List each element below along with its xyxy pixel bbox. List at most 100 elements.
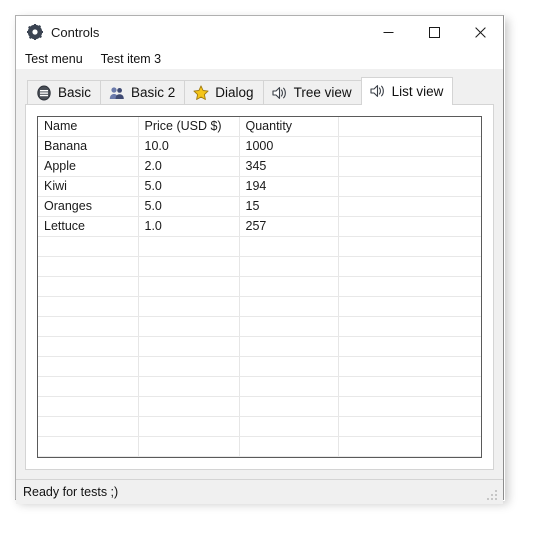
- table-cell: Banana: [38, 136, 139, 157]
- table-cell-empty: [338, 296, 481, 317]
- minimize-button[interactable]: [365, 16, 411, 48]
- menu-item-test-menu[interactable]: Test menu: [25, 52, 83, 66]
- table-row-empty[interactable]: [38, 396, 481, 417]
- table-cell-empty: [239, 396, 339, 417]
- table-cell-empty: [239, 236, 339, 257]
- column-header-quantity[interactable]: Quantity: [239, 117, 339, 137]
- table-header: Name Price (USD $) Quantity: [38, 117, 481, 137]
- table-cell-empty: [38, 416, 139, 437]
- table-cell-empty: [338, 396, 481, 417]
- table-row-empty[interactable]: [38, 436, 481, 457]
- table-cell: [338, 176, 481, 197]
- table-cell-empty: [138, 396, 240, 417]
- table-row-empty[interactable]: [38, 376, 481, 397]
- application-window: Controls Test menu Test item 3 Basic Bas…: [15, 15, 504, 504]
- tab-dialog[interactable]: Dialog: [184, 80, 264, 104]
- table-cell-empty: [138, 356, 240, 377]
- table-cell-empty: [138, 256, 240, 277]
- status-bar: Ready for tests ;): [16, 479, 503, 504]
- table-cell-empty: [239, 356, 339, 377]
- table-cell: Lettuce: [38, 216, 139, 237]
- maximize-icon: [428, 26, 440, 38]
- table-cell-empty: [239, 416, 339, 437]
- table-cell-empty: [338, 436, 481, 457]
- menu-item-test-item-3[interactable]: Test item 3: [101, 52, 161, 66]
- table-cell-empty: [239, 276, 339, 297]
- tab-label: Basic 2: [131, 85, 176, 100]
- table-cell: [338, 156, 481, 177]
- tab-label: Dialog: [215, 85, 254, 100]
- speaker-icon: [272, 85, 288, 101]
- table-cell: 345: [239, 156, 339, 177]
- table-cell-empty: [38, 316, 139, 337]
- table-cell-empty: [138, 296, 240, 317]
- tab-strip: Basic Basic 2 Dialog Tree view List view: [25, 76, 494, 105]
- table-row-empty[interactable]: [38, 416, 481, 437]
- table-cell-empty: [239, 336, 339, 357]
- table-cell: Kiwi: [38, 176, 139, 197]
- table-cell-empty: [138, 276, 240, 297]
- table-row-empty[interactable]: [38, 316, 481, 337]
- table-cell-empty: [239, 256, 339, 277]
- minimize-icon: [383, 27, 394, 38]
- maximize-button[interactable]: [411, 16, 457, 48]
- star-icon: [193, 84, 209, 101]
- table-row-empty[interactable]: [38, 336, 481, 357]
- tab-basic[interactable]: Basic: [27, 80, 102, 104]
- header-row: Name Price (USD $) Quantity: [38, 117, 481, 137]
- table-row[interactable]: Banana 10.0 1000: [38, 136, 481, 157]
- table-cell-empty: [38, 276, 139, 297]
- table-cell: 2.0: [138, 156, 240, 177]
- table-cell: 5.0: [138, 176, 240, 197]
- table-row[interactable]: Apple 2.0 345: [38, 156, 481, 177]
- table-cell-empty: [338, 256, 481, 277]
- table-cell: [338, 136, 481, 157]
- table-cell-empty: [138, 436, 240, 457]
- table-cell: 194: [239, 176, 339, 197]
- column-header-extra[interactable]: [338, 117, 481, 137]
- column-header-price[interactable]: Price (USD $): [138, 117, 240, 137]
- table-cell: Oranges: [38, 196, 139, 217]
- table-row[interactable]: Oranges 5.0 15: [38, 196, 481, 217]
- table-cell-empty: [38, 396, 139, 417]
- table-cell-empty: [338, 236, 481, 257]
- table-row-empty[interactable]: [38, 276, 481, 297]
- table-cell-empty: [38, 336, 139, 357]
- window-title: Controls: [51, 24, 100, 40]
- table-cell-empty: [338, 356, 481, 377]
- table-cell-empty: [138, 376, 240, 397]
- tab-label: List view: [391, 83, 444, 99]
- table-row-empty[interactable]: [38, 236, 481, 257]
- grid: Name Price (USD $) Quantity Banana 10.0 10…: [38, 117, 481, 457]
- list-view-table[interactable]: Name Price (USD $) Quantity Banana 10.0 10…: [37, 116, 482, 458]
- tab-tree-view[interactable]: Tree view: [262, 80, 362, 104]
- table-cell-empty: [38, 436, 139, 457]
- resize-grip-icon[interactable]: [487, 489, 499, 501]
- table-row-empty[interactable]: [38, 296, 481, 317]
- table-cell-empty: [138, 336, 240, 357]
- close-button[interactable]: [457, 16, 503, 48]
- table-cell-empty: [239, 436, 339, 457]
- table-cell-empty: [338, 276, 481, 297]
- table-cell: Apple: [38, 156, 139, 177]
- table-cell: [338, 196, 481, 217]
- table-row-empty[interactable]: [38, 256, 481, 277]
- table-cell-empty: [38, 356, 139, 377]
- table-row[interactable]: Lettuce 1.0 257: [38, 216, 481, 237]
- table-cell: 15: [239, 196, 339, 217]
- table-cell-empty: [38, 376, 139, 397]
- table-cell-empty: [38, 256, 139, 277]
- tab-list-view[interactable]: List view: [360, 77, 454, 105]
- screen-root: Controls Test menu Test item 3 Basic Bas…: [0, 0, 534, 535]
- table-cell-empty: [138, 236, 240, 257]
- table-cell: 1000: [239, 136, 339, 157]
- table-row[interactable]: Kiwi 5.0 194: [38, 176, 481, 197]
- table-cell: [338, 216, 481, 237]
- tab-basic-2[interactable]: Basic 2: [100, 80, 186, 104]
- table-row-empty[interactable]: [38, 356, 481, 377]
- table-cell-empty: [38, 296, 139, 317]
- column-header-name[interactable]: Name: [38, 117, 139, 137]
- table-cell-empty: [239, 296, 339, 317]
- table-cell-empty: [338, 376, 481, 397]
- table-cell: 10.0: [138, 136, 240, 157]
